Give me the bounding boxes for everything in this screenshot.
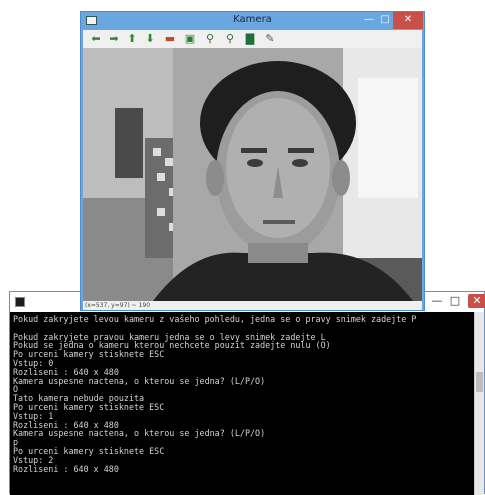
console-maximize-button[interactable]: □ xyxy=(446,294,464,308)
console-line: Pokud zakryjete levou kameru z vašeho po… xyxy=(13,314,417,324)
pan-right-icon[interactable]: ➡ xyxy=(107,32,121,46)
zoom-out-icon[interactable]: ⚲ xyxy=(223,32,237,46)
settings-icon[interactable]: ✎ xyxy=(263,32,277,46)
camera-photo xyxy=(83,48,422,301)
pan-down-icon[interactable]: ⬇ xyxy=(143,32,157,46)
console-line: Po urceni kamery stisknete ESC xyxy=(13,401,165,412)
camera-frame-image[interactable] xyxy=(83,48,422,301)
console-scrollbar[interactable] xyxy=(474,312,484,495)
console-line: Rozliseni : 640 x 480 xyxy=(13,463,119,474)
zoom-fit-icon[interactable]: ▬ xyxy=(163,32,177,46)
console-line: Po urceni kamery stisknete ESC xyxy=(13,445,165,456)
console-line: Kamera uspesne nactena, o kterou se jedn… xyxy=(13,428,266,439)
image-toolbar: ⬅ ➡ ⬆ ⬇ ▬ ▣ ⚲ ⚲ ▇ ✎ xyxy=(83,30,422,48)
status-bar: (x=537, y=97) ~ 190 xyxy=(83,301,422,310)
console-output: Pokud zakryjete levou kameru z vašeho po… xyxy=(10,312,475,495)
console-line: Po urceni kamery stisknete ESC xyxy=(13,349,165,360)
console-app-icon xyxy=(15,297,25,307)
minimize-button[interactable]: — xyxy=(361,12,377,29)
camera-window[interactable]: Kamera — □ ✕ ⬅ ➡ ⬆ ⬇ ▬ ▣ ⚲ ⚲ ▇ ✎ (x=537,… xyxy=(80,11,425,311)
camera-titlebar[interactable]: Kamera — □ ✕ xyxy=(81,12,424,30)
maximize-button[interactable]: □ xyxy=(377,12,393,29)
console-minimize-button[interactable]: — xyxy=(428,294,446,308)
pan-up-icon[interactable]: ⬆ xyxy=(125,32,139,46)
zoom-in-icon[interactable]: ⚲ xyxy=(203,32,217,46)
pan-left-icon[interactable]: ⬅ xyxy=(89,32,103,46)
console-lines: Pokud zakryjete levou kameru z vašeho po… xyxy=(13,315,475,473)
console-line: Kamera uspesne nactena, o kterou se jedn… xyxy=(13,375,266,386)
console-window[interactable]: — □ ✕ Pokud zakryjete levou kameru z vaš… xyxy=(9,291,485,495)
scrollbar-thumb[interactable] xyxy=(476,372,483,392)
zoom-rect-icon[interactable]: ▣ xyxy=(183,32,197,46)
console-close-button[interactable]: ✕ xyxy=(468,294,485,308)
save-icon[interactable]: ▇ xyxy=(243,32,257,46)
close-button[interactable]: ✕ xyxy=(393,12,423,29)
